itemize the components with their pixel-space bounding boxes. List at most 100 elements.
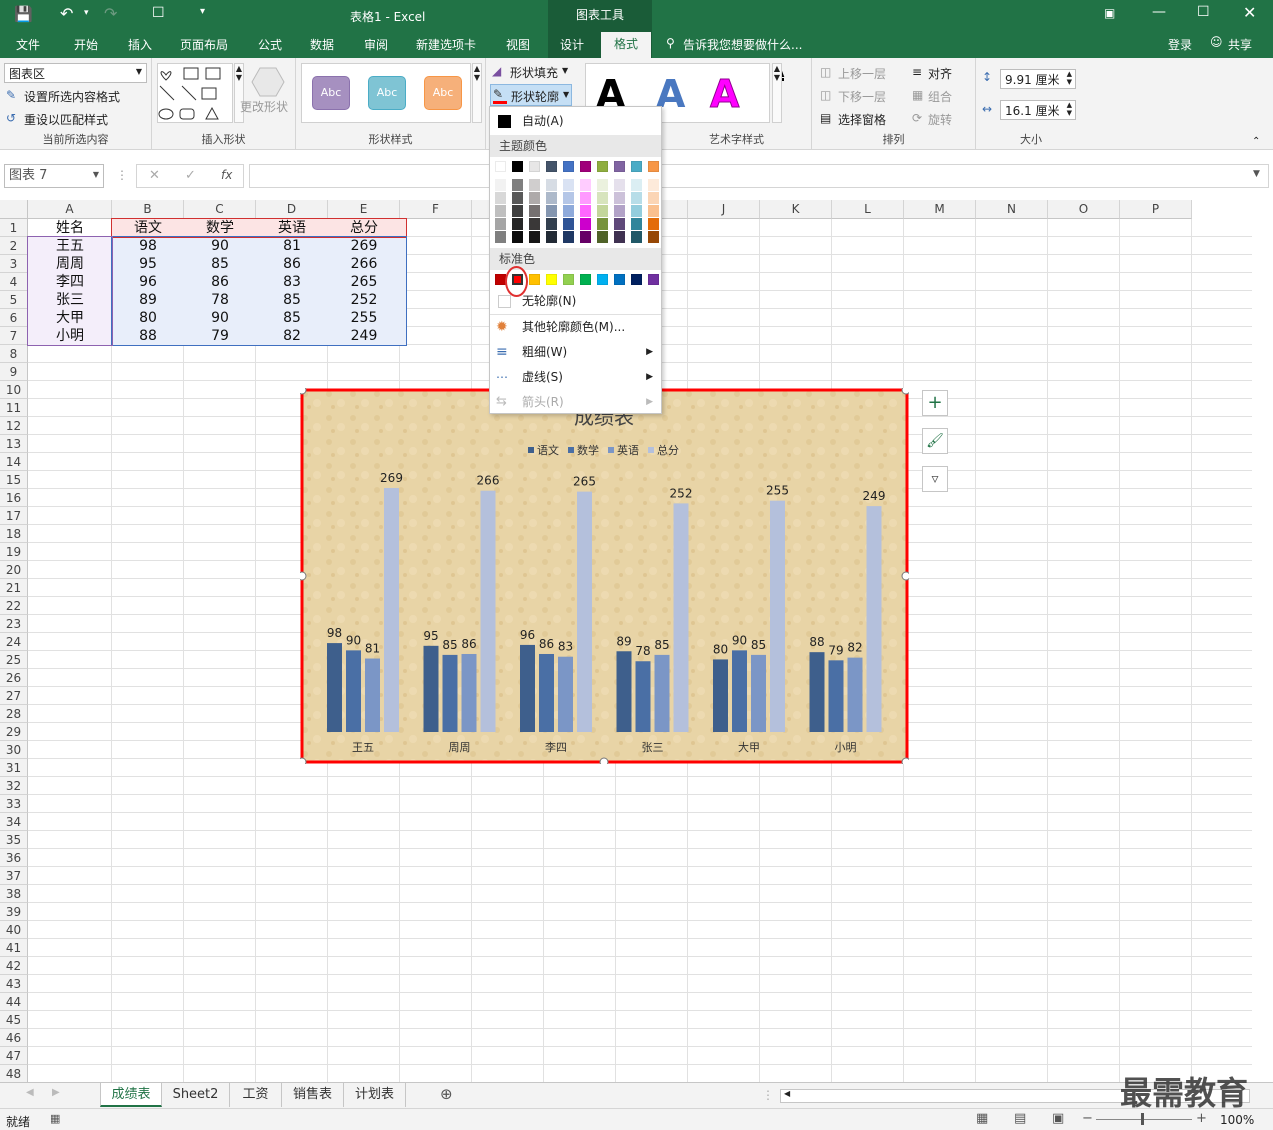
tab-insert[interactable]: 插入 [128,36,152,53]
theme-shade-swatch[interactable] [580,205,591,217]
theme-shade-swatch[interactable] [648,231,659,243]
style-swatch-purple[interactable]: Abc [312,76,350,110]
chart-bar[interactable] [327,643,342,732]
wordart-pink[interactable]: A [709,72,739,117]
sheet-tab[interactable]: 销售表 [282,1083,344,1107]
table-cell[interactable]: 小明 [28,327,112,345]
chart-bar[interactable] [480,490,496,732]
table-cell[interactable]: 88 [112,327,184,345]
tab-home[interactable]: 开始 [74,36,98,53]
theme-shade-swatch[interactable] [631,218,642,230]
chart-bar[interactable] [616,651,632,732]
column-header[interactable]: E [328,200,400,219]
standard-color-swatch[interactable] [597,274,608,285]
theme-color-swatch[interactable] [512,161,523,172]
table-header-cell[interactable]: 数学 [184,219,256,237]
collapse-ribbon-icon[interactable]: ⌃ [1252,136,1260,147]
tab-scroll-right-icon[interactable]: ▶ [52,1087,60,1098]
row-header[interactable]: 32 [0,777,28,795]
row-header[interactable]: 3 [0,255,28,273]
chart-element-combo[interactable]: 图表区 ▼ [4,63,147,83]
theme-shade-swatch[interactable] [546,179,557,191]
theme-shade-swatch[interactable] [563,179,574,191]
theme-shade-swatch[interactable] [495,192,506,204]
new-file-icon[interactable]: ☐ [152,5,165,21]
row-header[interactable]: 39 [0,903,28,921]
menu-item-weight[interactable]: ≡ 粗细(W) ▶ [490,340,661,364]
sheet-tab-active[interactable]: 成绩表 [100,1083,162,1107]
theme-color-swatch[interactable] [495,161,506,172]
row-header[interactable]: 38 [0,885,28,903]
theme-shade-swatch[interactable] [631,192,642,204]
theme-shade-swatch[interactable] [529,179,540,191]
resize-handle[interactable] [297,757,307,767]
undo-icon[interactable]: ↶ [60,4,73,23]
resize-handle[interactable] [901,757,911,767]
resize-handle[interactable] [901,571,911,581]
row-header[interactable]: 9 [0,363,28,381]
shapes-gallery[interactable] [157,63,233,123]
table-cell[interactable]: 96 [112,273,184,291]
expand-formula-icon[interactable]: ▼ [1253,169,1260,179]
style-swatch-orange[interactable]: Abc [424,76,462,110]
theme-color-swatch[interactable] [648,161,659,172]
row-header[interactable]: 23 [0,615,28,633]
chart-bar[interactable] [673,503,689,732]
table-cell[interactable]: 86 [256,255,328,273]
table-header-cell[interactable]: 总分 [328,219,400,237]
format-selection-button[interactable]: 设置所选内容格式 [24,88,120,105]
row-header[interactable]: 48 [0,1065,28,1082]
chart-bar[interactable] [847,657,863,732]
row-header[interactable]: 21 [0,579,28,597]
chart-bar[interactable] [732,650,747,732]
row-header[interactable]: 6 [0,309,28,327]
row-header[interactable]: 27 [0,687,28,705]
sheet-tab[interactable]: Sheet2 [162,1083,230,1107]
shape-outline-button[interactable]: ✎ 形状轮廓 ▼ [490,84,572,106]
undo-dropdown-icon[interactable]: ▾ [84,8,89,18]
table-cell[interactable]: 王五 [28,237,112,255]
table-cell[interactable]: 81 [256,237,328,255]
insert-function-icon[interactable]: fx [221,168,232,182]
table-cell[interactable]: 98 [112,237,184,255]
chart-bar[interactable] [346,650,361,732]
row-header[interactable]: 10 [0,381,28,399]
column-header[interactable]: L [832,200,904,219]
row-header[interactable]: 47 [0,1047,28,1065]
column-header[interactable]: J [688,200,760,219]
column-header[interactable]: C [184,200,256,219]
theme-color-swatch[interactable] [529,161,540,172]
theme-shade-swatch[interactable] [597,192,608,204]
table-cell[interactable]: 255 [328,309,400,327]
table-cell[interactable]: 79 [184,327,256,345]
zoom-slider[interactable] [1096,1119,1192,1120]
table-cell[interactable]: 85 [256,309,328,327]
tab-new[interactable]: 新建选项卡 [416,36,476,53]
legend-entry[interactable]: 英语 [617,443,639,457]
splitter-icon[interactable]: ⋮ [762,1088,774,1102]
theme-color-swatch[interactable] [580,161,591,172]
column-header[interactable]: F [400,200,472,219]
table-cell[interactable]: 269 [328,237,400,255]
standard-color-swatch[interactable] [648,274,659,285]
table-header-cell[interactable]: 语文 [112,219,184,237]
row-header[interactable]: 16 [0,489,28,507]
customize-qat-icon[interactable]: ▾ [200,6,205,17]
table-cell[interactable]: 252 [328,291,400,309]
column-header[interactable]: M [904,200,976,219]
standard-color-swatch[interactable] [546,274,557,285]
maximize-icon[interactable]: ☐ [1197,4,1210,20]
row-header[interactable]: 29 [0,723,28,741]
row-header[interactable]: 43 [0,975,28,993]
chart-bar[interactable] [713,659,728,732]
chart-bar[interactable] [635,661,651,732]
tell-me-input[interactable]: 告诉我您想要做什么... [683,36,802,53]
normal-view-icon[interactable]: ▦ [976,1111,988,1126]
tab-view[interactable]: 视图 [506,36,530,53]
theme-shade-swatch[interactable] [597,218,608,230]
row-header[interactable]: 12 [0,417,28,435]
theme-shade-swatch[interactable] [648,192,659,204]
theme-shade-swatch[interactable] [648,205,659,217]
row-header[interactable]: 26 [0,669,28,687]
zoom-out-icon[interactable]: − [1082,1111,1093,1126]
